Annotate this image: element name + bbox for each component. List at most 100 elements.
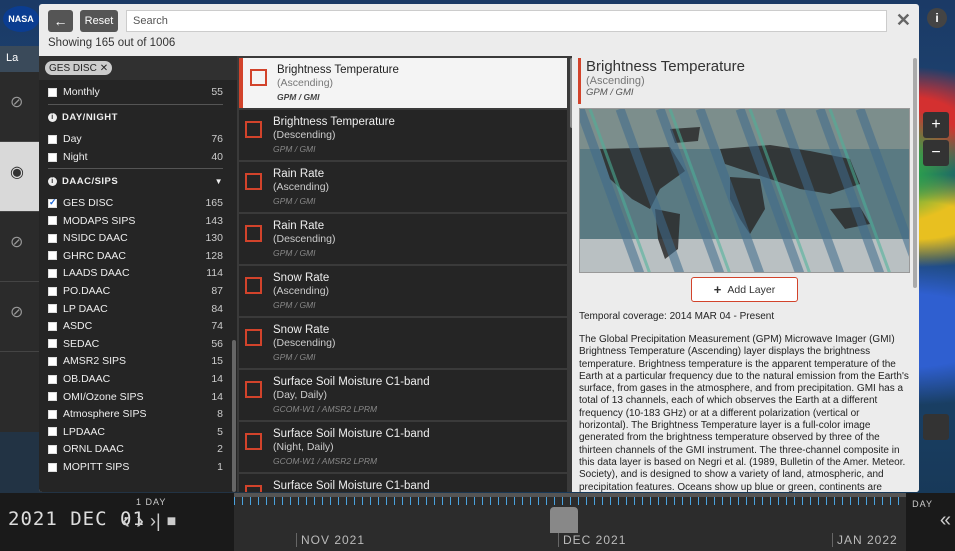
chevron-right-icon[interactable]: › [136, 507, 144, 535]
timeline-zoom-level[interactable]: DAY [912, 499, 933, 509]
add-checkbox[interactable] [245, 277, 262, 294]
add-checkbox[interactable] [245, 329, 262, 346]
result-item[interactable]: Rain Rate (Ascending) GPM / GMI [239, 162, 567, 212]
skip-to-end-icon[interactable]: ›| [150, 511, 161, 535]
add-layer-button[interactable]: + Add Layer [691, 277, 798, 302]
collapse-icon[interactable]: « [940, 509, 951, 532]
checkbox[interactable] [48, 321, 57, 331]
facet-option[interactable]: MODAPS SIPS 143 [48, 213, 223, 229]
facet-option[interactable]: Atmosphere SIPS 8 [48, 406, 223, 422]
checkbox[interactable] [48, 233, 57, 243]
facet-option[interactable]: ORNL DAAC 2 [48, 441, 223, 457]
add-checkbox[interactable] [245, 381, 262, 398]
result-source: GCOM-W1 / AMSR2 LPRM [273, 404, 378, 414]
facet-option[interactable]: Night 40 [48, 149, 223, 165]
nasa-logo[interactable]: NASA [3, 6, 39, 32]
facet-header-daac[interactable]: i DAAC/SIPS ▼ [48, 173, 223, 189]
result-item[interactable]: Surface Soil Moisture C1-band (Day, Daily… [239, 370, 567, 420]
reset-button[interactable]: Reset [80, 10, 118, 32]
checkbox[interactable] [48, 286, 57, 296]
add-checkbox[interactable] [245, 433, 262, 450]
eye-slash-icon[interactable]: ⊘ [10, 94, 23, 111]
checkbox[interactable] [48, 87, 57, 97]
video-camera-icon[interactable]: ■ [167, 513, 177, 535]
facet-option[interactable]: ASDC 74 [48, 318, 223, 334]
facet-option[interactable]: MOPITT SIPS 1 [48, 459, 223, 475]
chevron-left-icon[interactable]: ‹ [122, 507, 130, 535]
checkbox[interactable] [48, 268, 57, 278]
eye-slash-icon[interactable]: ⊘ [10, 234, 23, 251]
interval-selector[interactable]: 1 DAY [136, 497, 166, 507]
info-icon[interactable]: i [927, 8, 947, 28]
add-checkbox[interactable] [245, 485, 262, 492]
facet-option-count: 5 [217, 425, 223, 438]
checkbox[interactable] [48, 427, 57, 437]
result-item[interactable]: Surface Soil Moisture C1-band (Night, Dai… [239, 422, 567, 472]
result-item[interactable]: Rain Rate (Descending) GPM / GMI [239, 214, 567, 264]
scrollbar[interactable] [232, 340, 236, 492]
result-item[interactable]: Snow Rate (Ascending) GPM / GMI [239, 266, 567, 316]
add-checkbox[interactable] [245, 225, 262, 242]
facet-option[interactable]: OB.DAAC 14 [48, 371, 223, 387]
close-icon[interactable]: ✕ [896, 10, 911, 31]
timeline-handle[interactable] [550, 507, 578, 533]
checkbox[interactable] [48, 134, 57, 144]
checkbox[interactable] [48, 444, 57, 454]
layer-item[interactable]: ⊘ [0, 72, 40, 142]
add-checkbox[interactable] [250, 69, 267, 86]
remove-icon[interactable]: ✕ [100, 63, 108, 74]
result-item[interactable]: Surface Soil Moisture C1-band [239, 474, 567, 492]
filter-chip[interactable]: GES DISC ✕ [45, 61, 113, 75]
month-field[interactable]: DEC [70, 508, 107, 530]
checkbox[interactable] [48, 197, 57, 208]
checkbox[interactable] [48, 374, 57, 384]
checkbox[interactable] [48, 304, 57, 314]
layer-item[interactable]: ⊘ [0, 282, 40, 352]
add-checkbox[interactable] [245, 173, 262, 190]
result-item[interactable]: Snow Rate (Descending) GPM / GMI [239, 318, 567, 368]
facet-option[interactable]: Monthly 55 [48, 84, 223, 100]
zoom-in-button[interactable]: + [923, 112, 949, 138]
facet-option[interactable]: GHRC DAAC 128 [48, 248, 223, 264]
year-field[interactable]: 2021 [8, 508, 58, 530]
result-title: Rain Rate [273, 220, 325, 232]
scrollbar[interactable] [913, 58, 917, 288]
eye-slash-icon[interactable]: ⊘ [10, 304, 23, 321]
checkbox[interactable] [48, 251, 57, 261]
checkbox[interactable] [48, 339, 57, 349]
timeline-axis[interactable]: NOV 2021 DEC 2021 JAN 2022 [234, 493, 906, 551]
checkbox[interactable] [48, 409, 57, 419]
facet-option[interactable]: GES DISC 165 [48, 195, 223, 211]
layer-item[interactable]: ◉ [0, 142, 40, 212]
add-checkbox[interactable] [245, 121, 262, 138]
layer-item[interactable]: ⊘ [0, 212, 40, 282]
facet-option[interactable]: NSIDC DAAC 130 [48, 230, 223, 246]
facet-option[interactable]: AMSR2 SIPS 15 [48, 353, 223, 369]
eye-icon[interactable]: ◉ [10, 164, 24, 181]
facet-option[interactable]: LPDAAC 5 [48, 424, 223, 440]
facet-option[interactable]: SEDAC 56 [48, 336, 223, 352]
measure-icon[interactable] [923, 414, 949, 440]
checkbox[interactable] [48, 462, 57, 472]
info-icon[interactable]: i [48, 112, 57, 122]
facet-option[interactable]: Day 76 [48, 131, 223, 147]
facet-option[interactable]: PO.DAAC 87 [48, 283, 223, 299]
zoom-out-button[interactable]: − [923, 140, 949, 166]
facet-option[interactable]: LP DAAC 84 [48, 301, 223, 317]
result-title: Surface Soil Moisture C1-band [273, 480, 430, 492]
checkbox[interactable] [48, 356, 57, 366]
checkbox[interactable] [48, 392, 57, 402]
facet-option[interactable]: OMI/Ozone SIPS 14 [48, 389, 223, 405]
info-icon[interactable]: i [48, 176, 57, 186]
layers-tab[interactable]: La [0, 46, 40, 72]
result-item[interactable]: Brightness Temperature (Descending) GPM / … [239, 110, 567, 160]
facet-header-daynight[interactable]: i DAY/NIGHT [48, 109, 223, 125]
checkbox[interactable] [48, 216, 57, 226]
caret-down-icon[interactable]: ▼ [215, 177, 223, 186]
facet-option[interactable]: LAADS DAAC 114 [48, 265, 223, 281]
result-subtitle: (Ascending) [273, 181, 330, 193]
checkbox[interactable] [48, 152, 57, 162]
back-button[interactable]: ← [48, 10, 73, 32]
result-item[interactable]: Brightness Temperature (Ascending) GPM / G… [239, 58, 567, 108]
search-input[interactable] [126, 10, 887, 32]
